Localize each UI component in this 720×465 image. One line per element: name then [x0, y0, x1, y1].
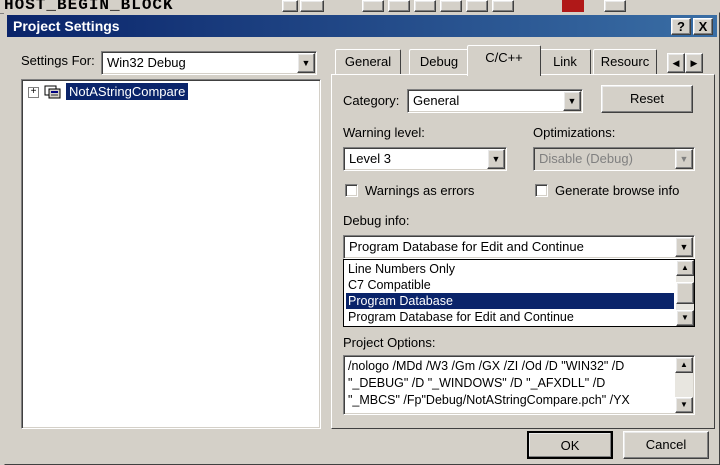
- toolbar-button-icon[interactable]: [492, 0, 514, 12]
- category-label: Category:: [343, 93, 400, 108]
- scroll-down-icon[interactable]: ▼: [676, 310, 694, 326]
- category-combo[interactable]: General ▼: [407, 89, 583, 113]
- toolbar-button-icon[interactable]: [604, 0, 626, 12]
- toolbar-button-icon[interactable]: [440, 0, 462, 12]
- debug-info-label: Debug info:: [343, 213, 410, 228]
- settings-for-label: Settings For:: [21, 53, 95, 68]
- toolbar-stop-icon[interactable]: [562, 0, 584, 12]
- optimizations-label: Optimizations:: [533, 125, 616, 140]
- warning-level-value: Level 3: [349, 151, 391, 166]
- warnings-as-errors-label[interactable]: Warnings as errors: [365, 183, 474, 198]
- warning-level-combo[interactable]: Level 3 ▼: [343, 147, 507, 171]
- scroll-up-icon[interactable]: ▲: [676, 260, 694, 276]
- scrollbar-thumb[interactable]: [676, 282, 694, 304]
- list-item-selected[interactable]: Program Database: [346, 293, 674, 309]
- cancel-button[interactable]: Cancel: [623, 431, 709, 459]
- settings-for-combo[interactable]: Win32 Debug ▼: [101, 51, 317, 75]
- reset-button[interactable]: Reset: [601, 85, 693, 113]
- category-value: General: [413, 93, 460, 108]
- debug-info-dropdown-list[interactable]: Line Numbers Only C7 Compatible Program …: [343, 259, 695, 327]
- tab-general[interactable]: General: [335, 49, 401, 75]
- tree-item-project[interactable]: NotAStringCompare: [66, 83, 189, 100]
- tab-resources[interactable]: Resourc: [593, 49, 657, 75]
- tab-cpp[interactable]: C/C++: [467, 45, 541, 76]
- chevron-down-icon[interactable]: ▼: [675, 149, 693, 169]
- chevron-down-icon[interactable]: ▼: [297, 53, 315, 73]
- tab-scroll-left-icon[interactable]: ◀: [667, 53, 685, 73]
- options-scrollbar[interactable]: ▲ ▼: [675, 357, 693, 413]
- warning-level-label: Warning level:: [343, 125, 425, 140]
- tab-link[interactable]: Link: [539, 49, 591, 75]
- project-settings-dialog: Project Settings ? X Settings For: Win32…: [4, 12, 720, 465]
- chevron-down-icon[interactable]: ▼: [563, 91, 581, 111]
- list-item[interactable]: C7 Compatible: [346, 277, 674, 293]
- tab-scroll-right-icon[interactable]: ▶: [685, 53, 703, 73]
- list-item[interactable]: Line Numbers Only: [346, 261, 674, 277]
- project-tree[interactable]: + NotAStringCompare: [21, 79, 321, 429]
- generate-browse-info-label[interactable]: Generate browse info: [555, 183, 679, 198]
- project-options-textarea[interactable]: /nologo /MDd /W3 /Gm /GX /ZI /Od /D "WIN…: [343, 355, 695, 415]
- project-options-line: "_DEBUG" /D "_WINDOWS" /D "_AFXDLL" /D: [348, 376, 606, 390]
- dialog-title: Project Settings: [13, 18, 120, 34]
- help-button[interactable]: ?: [671, 18, 691, 35]
- optimizations-value: Disable (Debug): [539, 151, 633, 166]
- expand-icon[interactable]: +: [28, 87, 39, 98]
- project-icon: [44, 84, 62, 100]
- scroll-up-icon[interactable]: ▲: [675, 357, 693, 373]
- project-options-label: Project Options:: [343, 335, 436, 350]
- debug-info-value: Program Database for Edit and Continue: [349, 239, 584, 254]
- warnings-as-errors-checkbox[interactable]: [345, 184, 358, 197]
- tab-debug[interactable]: Debug: [409, 49, 469, 75]
- debug-info-combo[interactable]: Program Database for Edit and Continue ▼: [343, 235, 695, 259]
- title-bar: Project Settings ? X: [7, 15, 717, 37]
- scroll-down-icon[interactable]: ▼: [675, 397, 693, 413]
- toolbar-button-icon[interactable]: [362, 0, 384, 12]
- project-options-line: /nologo /MDd /W3 /Gm /GX /ZI /Od /D "WIN…: [348, 359, 625, 373]
- settings-for-value: Win32 Debug: [107, 55, 186, 70]
- toolbar-button-icon[interactable]: [388, 0, 410, 12]
- list-item[interactable]: Program Database for Edit and Continue: [346, 309, 674, 325]
- optimizations-combo[interactable]: Disable (Debug) ▼: [533, 147, 695, 171]
- toolbar-button-icon[interactable]: [414, 0, 436, 12]
- toolbar-button-icon[interactable]: [466, 0, 488, 12]
- toolbar-dropdown-icon[interactable]: [282, 0, 298, 12]
- ok-button[interactable]: OK: [527, 431, 613, 459]
- dropdown-scrollbar[interactable]: ▲ ▼: [676, 260, 694, 326]
- project-options-line: "_MBCS" /Fp"Debug/NotAStringCompare.pch"…: [348, 393, 630, 407]
- generate-browse-info-checkbox[interactable]: [535, 184, 548, 197]
- toolbar-button-icon[interactable]: [300, 0, 324, 12]
- chevron-down-icon[interactable]: ▼: [487, 149, 505, 169]
- close-button[interactable]: X: [693, 18, 713, 35]
- chevron-down-icon[interactable]: ▼: [675, 237, 693, 257]
